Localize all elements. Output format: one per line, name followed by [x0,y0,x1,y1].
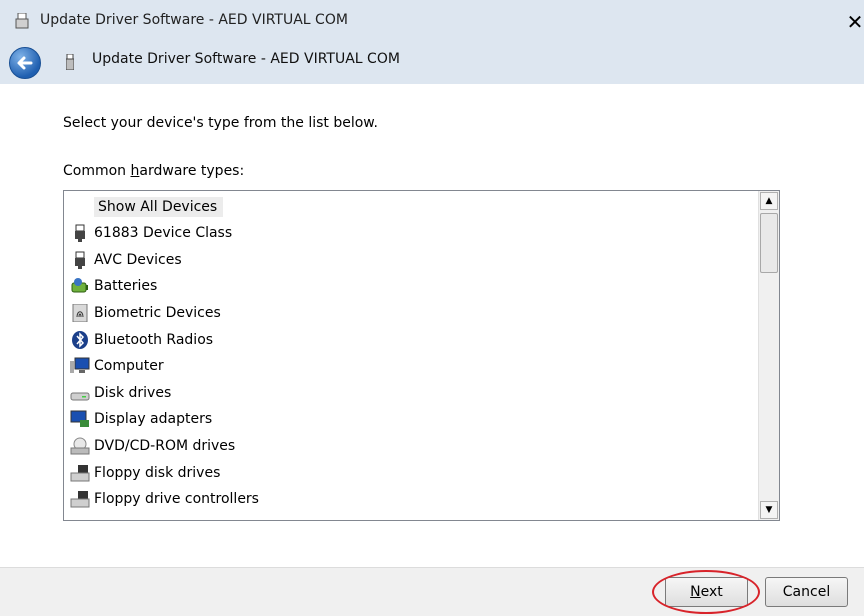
usb-device-icon [15,13,29,29]
list-item-batteries[interactable]: Batteries [70,273,157,299]
blank-icon [70,198,90,216]
computer-icon [70,357,90,373]
back-arrow-icon [17,56,33,70]
back-button[interactable] [9,47,41,79]
list-item-biometric[interactable]: Biometric Devices [70,300,221,326]
usb-connector-icon [75,224,85,242]
arrow-down-icon: ▼ [765,505,773,515]
scroll-up-button[interactable]: ▲ [760,192,778,210]
usb-connector-icon [75,251,85,269]
scroll-thumb[interactable] [760,213,778,273]
vertical-scrollbar[interactable]: ▲ ▼ [758,191,779,520]
list-item-dvd[interactable]: DVD/CD-ROM drives [70,433,235,459]
list-items: Show All Devices 61883 Device Class AVC … [64,191,758,520]
close-icon: ✕ [846,10,864,34]
scroll-down-button[interactable]: ▼ [760,501,778,519]
disk-drive-icon [70,392,90,401]
next-button[interactable]: Next [665,577,748,607]
list-item-61883[interactable]: 61883 Device Class [70,220,232,246]
list-item-disk-drives[interactable]: Disk drives [70,380,171,406]
list-item-bluetooth[interactable]: Bluetooth Radios [70,327,213,353]
title-bar: Update Driver Software - AED VIRTUAL COM… [0,0,864,42]
floppy-drive-icon [70,465,90,482]
bluetooth-icon [72,331,88,349]
list-item-floppy-drives[interactable]: Floppy disk drives [70,460,220,486]
usb-device-icon [66,54,74,70]
battery-icon [71,278,88,293]
window-title: Update Driver Software - AED VIRTUAL COM [40,12,348,28]
list-item-show-all[interactable]: Show All Devices [70,194,224,220]
instruction-text: Select your device's type from the list … [63,115,378,131]
list-item-computer[interactable]: Computer [70,353,164,379]
cancel-button[interactable]: Cancel [765,577,848,607]
floppy-controller-icon [70,491,90,508]
arrow-up-icon: ▲ [765,196,773,206]
list-label: Common hardware types: [63,163,245,179]
fingerprint-icon [72,304,88,322]
close-button[interactable]: ✕ [846,11,864,33]
page-title: Update Driver Software - AED VIRTUAL COM [92,51,400,67]
list-item-display-adapters[interactable]: Display adapters [70,406,212,432]
dvd-drive-icon [70,437,90,455]
list-item-floppy-controllers[interactable]: Floppy drive controllers [70,486,259,512]
list-item-avc[interactable]: AVC Devices [70,247,182,273]
hardware-types-list[interactable]: Show All Devices 61883 Device Class AVC … [63,190,780,521]
display-adapter-icon [70,410,89,427]
